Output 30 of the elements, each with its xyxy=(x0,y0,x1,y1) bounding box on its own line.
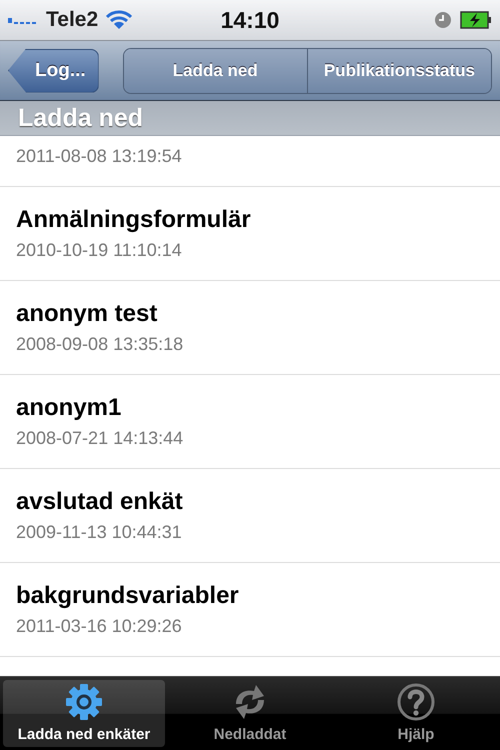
survey-row[interactable]: Anmälningsformulär 2010-10-19 11:10:14 xyxy=(0,187,500,281)
help-icon xyxy=(396,682,436,722)
survey-title: bakgrundsvariabler xyxy=(16,582,240,610)
battery-icon xyxy=(460,11,492,29)
survey-title: avslutad enkät xyxy=(16,488,184,516)
survey-title: anonym1 xyxy=(16,394,122,422)
survey-date: 2010-10-19 11:10:14 xyxy=(16,240,183,261)
tab-bar-item[interactable]: Ladda ned enkäter xyxy=(3,680,165,747)
signal-icon xyxy=(8,16,38,24)
survey-title: Anmälningsformulär xyxy=(16,206,252,234)
status-time: 14:10 xyxy=(220,6,280,34)
survey-title: anonym test xyxy=(16,300,158,328)
tab-bar-item[interactable]: Hjälp xyxy=(335,680,497,747)
survey-row[interactable]: bakgrundsvariabler 2011-03-16 10:29:26 xyxy=(0,563,500,657)
survey-date: 2011-03-16 10:29:26 xyxy=(16,616,183,637)
survey-date: 2008-09-08 13:35:18 xyxy=(16,334,184,355)
survey-row[interactable]: anonym test 2008-09-08 13:35:18 xyxy=(0,281,500,375)
survey-row[interactable]: 2011-08-08 13:19:54 xyxy=(0,136,500,187)
survey-row[interactable]: anonym1 2008-07-21 14:13:44 xyxy=(0,375,500,469)
tab-bar-item[interactable]: Nedladdat xyxy=(169,680,331,747)
survey-date: 2009-11-13 10:44:31 xyxy=(16,522,183,543)
gear-icon xyxy=(64,682,104,722)
survey-date: 2011-08-08 13:19:54 xyxy=(16,146,183,167)
section-header: Ladda ned xyxy=(0,101,500,136)
wifi-icon xyxy=(106,10,132,30)
carrier-name: Tele2 xyxy=(46,8,98,32)
clock-icon xyxy=(434,11,452,29)
back-button[interactable]: Log... xyxy=(8,48,99,92)
survey-row[interactable]: avslutad enkät 2009-11-13 10:44:31 xyxy=(0,469,500,563)
survey-date: 2008-07-21 14:13:44 xyxy=(16,428,184,449)
